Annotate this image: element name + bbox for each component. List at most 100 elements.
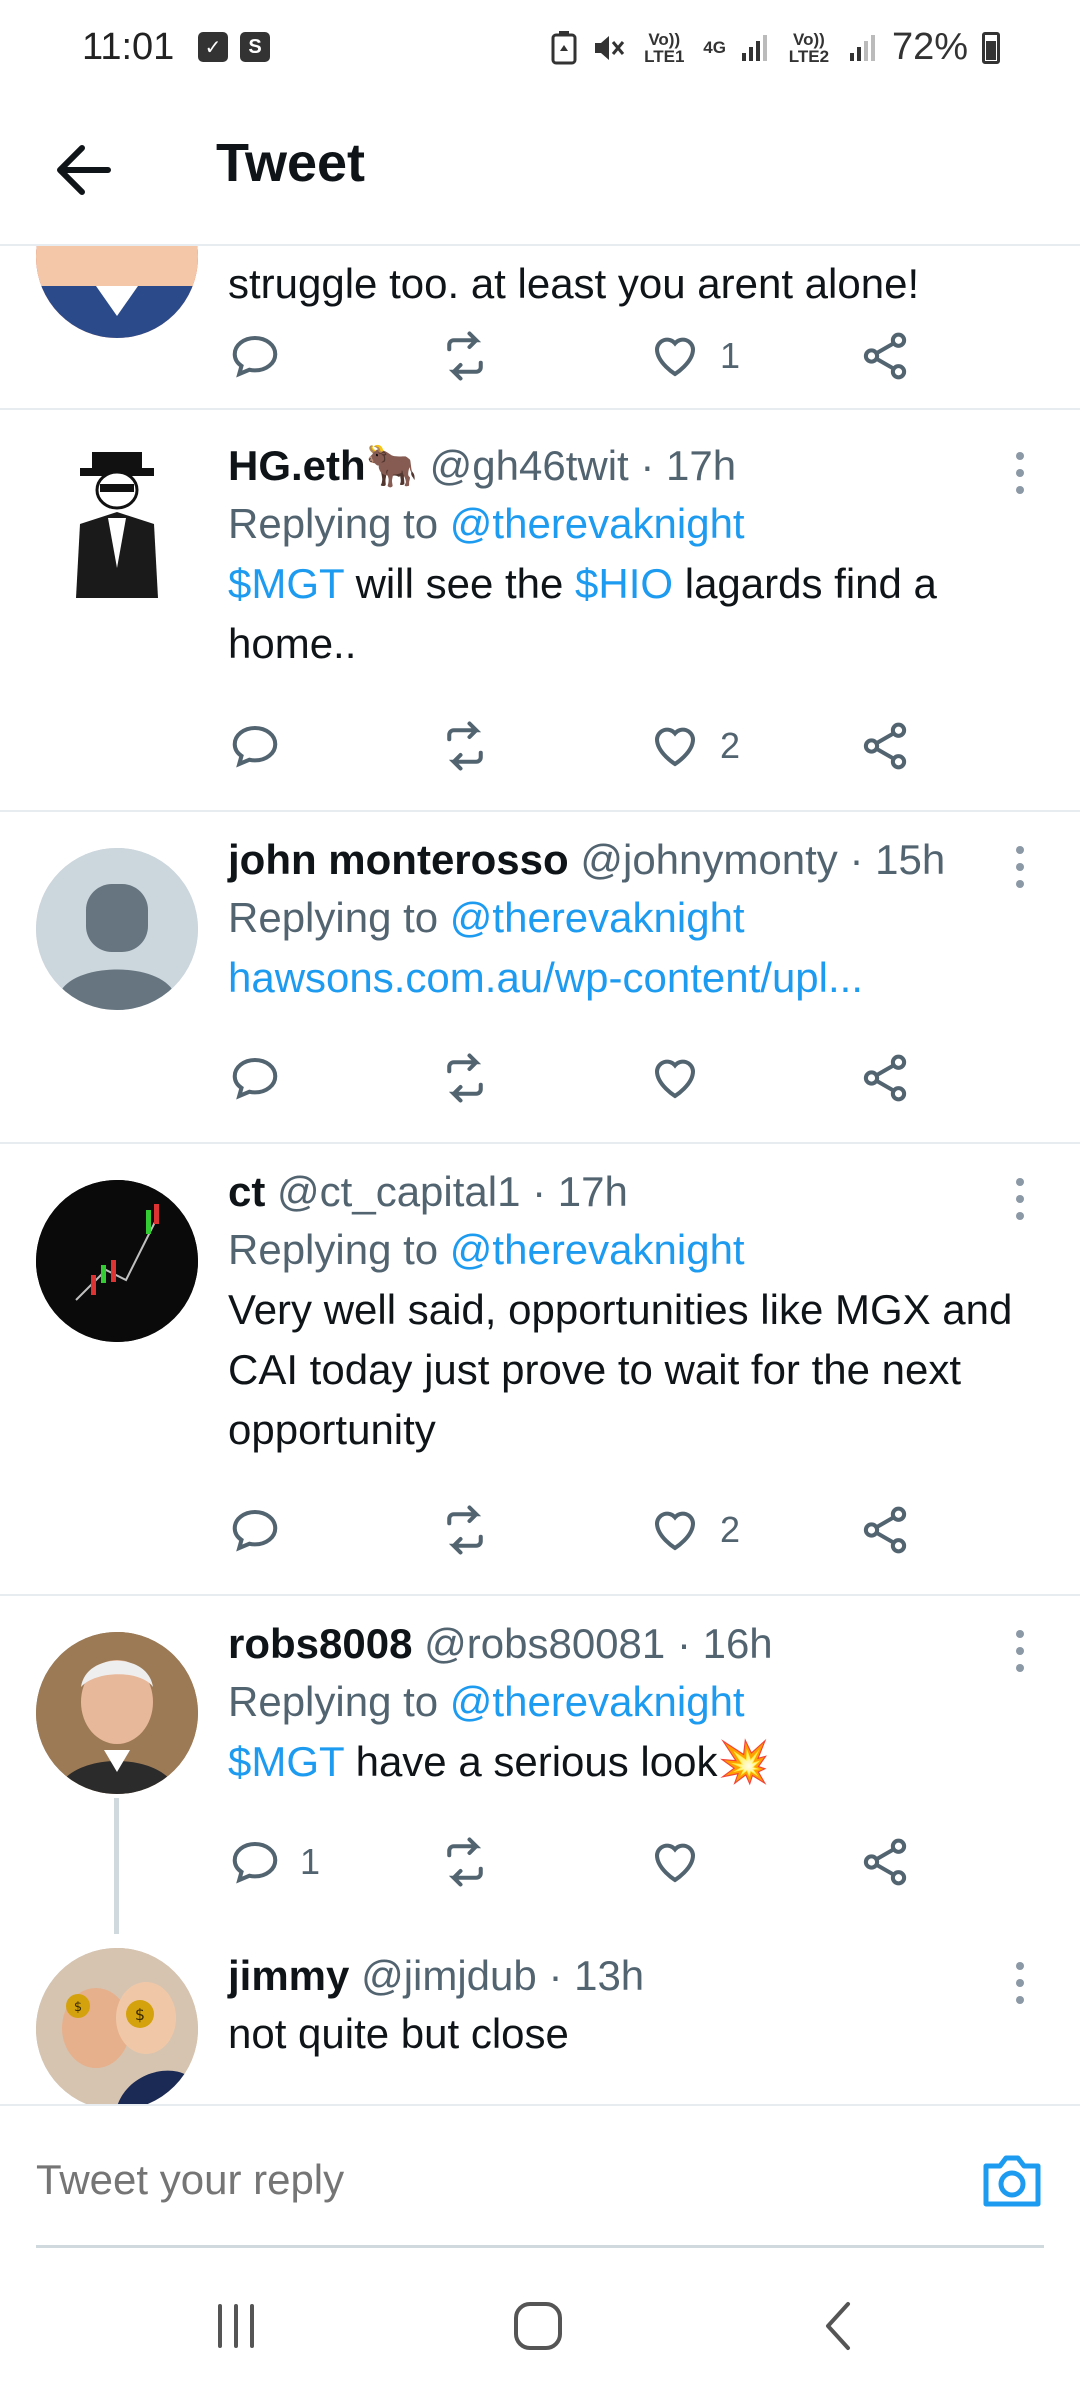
- like-button[interactable]: [648, 1832, 702, 1892]
- battery-saver-icon: [551, 30, 577, 64]
- tweet-text-part: have a serious look💥: [343, 1738, 770, 1785]
- reply-icon: [232, 1841, 278, 1884]
- replies-feed[interactable]: struggle too. at least you arent alone! …: [0, 246, 1080, 2104]
- tweet-time: · 17h: [640, 442, 737, 489]
- reply-icon: [232, 1057, 278, 1100]
- tweet-time: · 13h: [548, 1952, 645, 1999]
- retweet-button[interactable]: [438, 1832, 492, 1892]
- back-arrow-icon[interactable]: [52, 138, 116, 202]
- heart-icon: [654, 1843, 696, 1883]
- signal-1-icon: [741, 34, 767, 61]
- signal-2-icon: [849, 34, 875, 61]
- tweet-item[interactable]: struggle too. at least you arent alone! …: [0, 246, 1080, 410]
- battery-icon: [982, 31, 1000, 64]
- more-vertical-icon[interactable]: [1008, 1958, 1032, 2008]
- retweet-button[interactable]: [438, 326, 492, 386]
- author-handle[interactable]: @robs80081: [424, 1620, 665, 1667]
- author-name[interactable]: HG.eth: [228, 442, 366, 489]
- check-notification-icon: ✓: [198, 32, 228, 62]
- share-icon: [863, 1838, 907, 1886]
- like-count: 2: [720, 725, 741, 766]
- avatar[interactable]: [36, 438, 198, 600]
- reply-button[interactable]: [228, 1048, 282, 1108]
- heart-icon: [654, 337, 696, 377]
- avatar[interactable]: $ $: [36, 1948, 198, 2104]
- cashtag[interactable]: $MGT: [228, 560, 344, 607]
- camera-icon[interactable]: [980, 2150, 1044, 2210]
- share-button[interactable]: [858, 1500, 912, 1560]
- tweet-time: · 17h: [532, 1168, 628, 1215]
- tweet-item[interactable]: HG.eth🐂 @gh46twit · 17h Replying to @the…: [0, 410, 1080, 812]
- like-button[interactable]: 2: [648, 1500, 740, 1560]
- status-time: 11:01: [82, 26, 175, 68]
- avatar[interactable]: [36, 1180, 198, 1342]
- tweet-text-part: will see the: [343, 560, 576, 607]
- avatar[interactable]: [36, 848, 198, 1010]
- tweet-item[interactable]: ct @ct_capital1 · 17h Replying to @there…: [0, 1144, 1080, 1596]
- reply-button[interactable]: [228, 1500, 282, 1560]
- avatar[interactable]: [36, 246, 198, 338]
- share-button[interactable]: [858, 716, 912, 776]
- reply-composer: [0, 2104, 1080, 2248]
- author-name[interactable]: ct: [228, 1168, 265, 1215]
- more-vertical-icon[interactable]: [1008, 1174, 1032, 1224]
- reply-button[interactable]: [228, 326, 282, 386]
- tweet-text: Very well said, opportunities like MGX a…: [228, 1286, 1013, 1453]
- retweet-button[interactable]: [438, 1500, 492, 1560]
- author-handle[interactable]: @ct_capital1: [277, 1168, 520, 1215]
- retweet-button[interactable]: [438, 1048, 492, 1108]
- share-button[interactable]: [858, 1832, 912, 1892]
- share-button[interactable]: [858, 1048, 912, 1108]
- tweet-item[interactable]: $ $ jimmy @jimjdub · 13h not quite but cl…: [0, 1928, 1080, 2104]
- network-type-label: 4G: [703, 38, 726, 57]
- heart-icon: [654, 727, 696, 767]
- heart-icon: [654, 1511, 696, 1551]
- svg-text:$: $: [135, 2005, 145, 2024]
- replying-mention[interactable]: @therevaknight: [450, 1226, 745, 1273]
- tweet-actions: 2: [228, 1500, 948, 1560]
- reply-icon: [232, 335, 278, 378]
- author-handle[interactable]: @gh46twit: [430, 442, 629, 489]
- retweet-icon: [447, 1505, 483, 1555]
- tweet-text: $MGT will see the $HIO lagards find a ho…: [228, 554, 1020, 674]
- more-vertical-icon[interactable]: [1008, 448, 1032, 498]
- author-name[interactable]: john monterosso: [228, 836, 569, 883]
- like-button[interactable]: 1: [648, 326, 740, 386]
- heart-icon: [654, 1059, 696, 1099]
- tweet-text: $MGT have a serious look💥: [228, 1732, 1020, 1792]
- author-handle[interactable]: @johnymonty: [580, 836, 837, 883]
- like-count: 2: [720, 1509, 741, 1550]
- reply-input[interactable]: [36, 2156, 896, 2204]
- like-button[interactable]: 2: [648, 716, 740, 776]
- home-icon[interactable]: [508, 2296, 568, 2356]
- replying-mention[interactable]: @therevaknight: [450, 1678, 745, 1725]
- reply-button[interactable]: 1: [228, 1832, 320, 1892]
- more-vertical-icon[interactable]: [1008, 1626, 1032, 1676]
- more-vertical-icon[interactable]: [1008, 842, 1032, 892]
- back-nav-icon[interactable]: [810, 2296, 870, 2356]
- replying-prefix: Replying to: [228, 1678, 439, 1725]
- ox-emoji-icon: 🐂: [365, 442, 418, 489]
- avatar[interactable]: [36, 1632, 198, 1794]
- cashtag[interactable]: $MGT: [228, 1738, 344, 1785]
- retweet-button[interactable]: [438, 716, 492, 776]
- reply-button[interactable]: [228, 716, 282, 776]
- replying-mention[interactable]: @therevaknight: [450, 500, 745, 547]
- tweet-actions: [228, 1048, 948, 1108]
- svg-text:$: $: [74, 2000, 82, 2015]
- tweet-item[interactable]: john monterosso @johnymonty · 15h Replyi…: [0, 812, 1080, 1144]
- share-button[interactable]: [858, 326, 912, 386]
- like-button[interactable]: [648, 1048, 702, 1108]
- replying-mention[interactable]: @therevaknight: [450, 894, 745, 941]
- recent-apps-icon[interactable]: [206, 2296, 266, 2356]
- author-name[interactable]: robs8008: [228, 1620, 412, 1667]
- cashtag[interactable]: $HIO: [575, 560, 673, 607]
- author-handle[interactable]: @jimjdub: [361, 1952, 537, 1999]
- tweet-actions: 1: [228, 326, 948, 386]
- tweet-item[interactable]: robs8008 @robs80081 · 16h Replying to @t…: [0, 1596, 1080, 1928]
- replying-prefix: Replying to: [228, 1226, 439, 1273]
- share-icon: [863, 1054, 907, 1102]
- author-name[interactable]: jimmy: [228, 1952, 349, 1999]
- page-title: Tweet: [216, 133, 366, 193]
- tweet-link[interactable]: hawsons.com.au/wp-content/upl...: [228, 954, 863, 1001]
